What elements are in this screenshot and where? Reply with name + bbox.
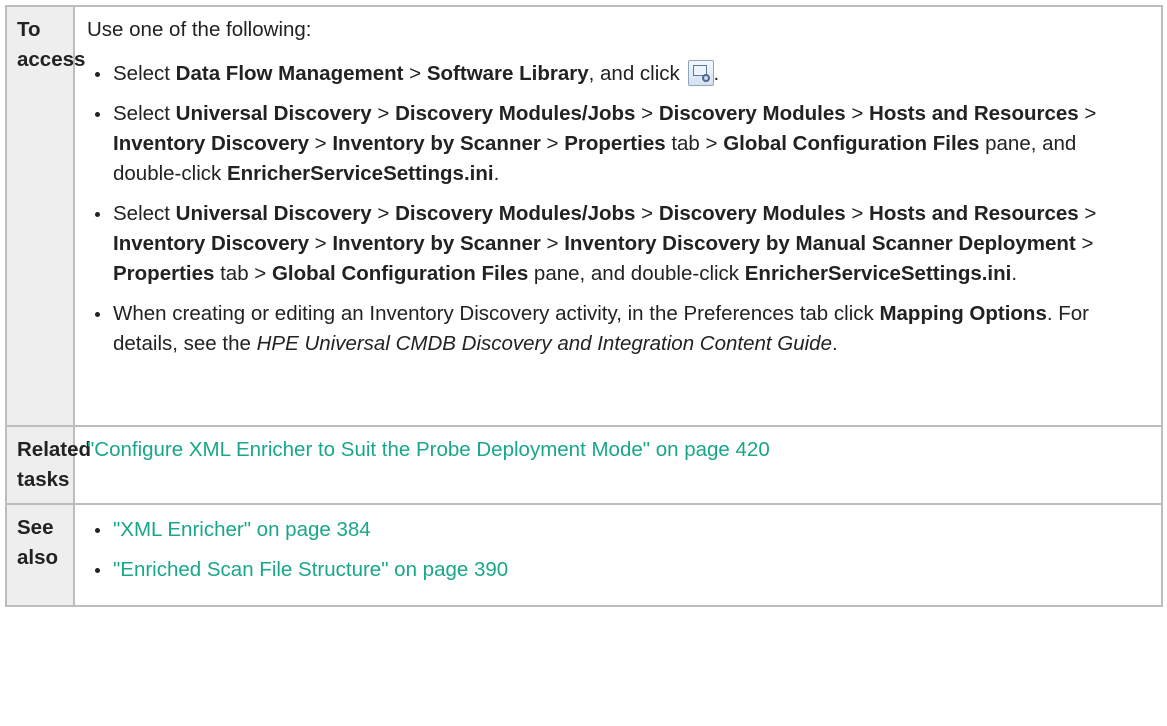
list-item: When creating or editing an Inventory Di… xyxy=(95,299,1147,359)
row-header-see-also: See also xyxy=(5,503,75,607)
see-also-list: "XML Enricher" on page 384 "Enriched Sca… xyxy=(87,515,1147,585)
see-also-link-xml-enricher[interactable]: "XML Enricher" on page 384 xyxy=(113,518,371,541)
row-content-to-access: Use one of the following: Select Data Fl… xyxy=(73,5,1163,427)
list-item: "XML Enricher" on page 384 xyxy=(95,515,1147,545)
configuration-tool-icon xyxy=(687,60,714,86)
list-item: Select Data Flow Management > Software L… xyxy=(95,59,1147,89)
see-also-link-enriched-scan-file[interactable]: "Enriched Scan File Structure" on page 3… xyxy=(113,558,508,581)
reference-table: To access Use one of the following: Sele… xyxy=(5,5,1163,607)
list-item: Select Universal Discovery > Discovery M… xyxy=(95,199,1147,289)
guide-title: HPE Universal CMDB Discovery and Integra… xyxy=(256,332,832,355)
access-list: Select Data Flow Management > Software L… xyxy=(87,59,1147,359)
row-see-also: See also "XML Enricher" on page 384 "Enr… xyxy=(5,503,1163,607)
list-item: Select Universal Discovery > Discovery M… xyxy=(95,99,1147,189)
row-to-access: To access Use one of the following: Sele… xyxy=(5,5,1163,427)
row-content-related-tasks: "Configure XML Enricher to Suit the Prob… xyxy=(73,425,1163,505)
row-related-tasks: Related tasks "Configure XML Enricher to… xyxy=(5,425,1163,505)
row-header-related-tasks: Related tasks xyxy=(5,425,91,505)
row-header-to-access: To access xyxy=(5,5,85,427)
related-task-link[interactable]: "Configure XML Enricher to Suit the Prob… xyxy=(87,438,770,461)
list-item: "Enriched Scan File Structure" on page 3… xyxy=(95,555,1147,585)
intro-text: Use one of the following: xyxy=(87,18,312,41)
row-content-see-also: "XML Enricher" on page 384 "Enriched Sca… xyxy=(73,503,1163,607)
